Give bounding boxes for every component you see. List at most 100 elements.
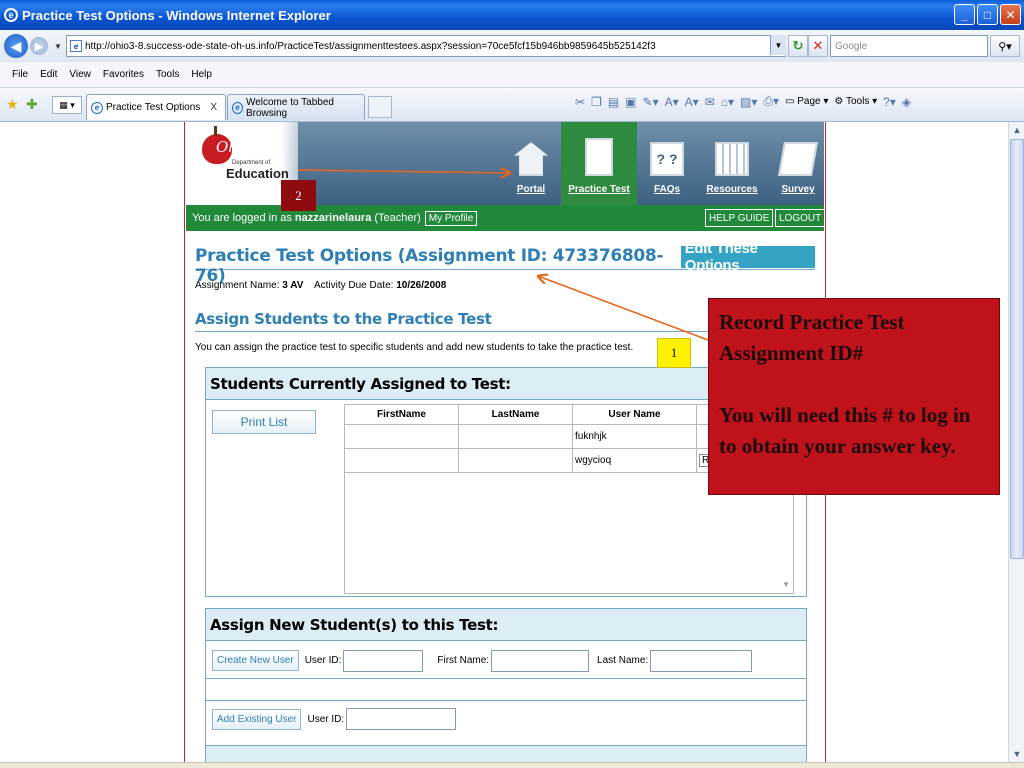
window-controls: _ □ ✕ — [954, 4, 1021, 25]
my-profile-button[interactable]: My Profile — [424, 210, 478, 226]
nav-portal[interactable]: Portal — [502, 122, 560, 205]
print-icon[interactable]: ⎙▾ — [763, 94, 779, 109]
cell-user: wgycioq — [572, 448, 697, 473]
cell-user: fuknhjk — [572, 424, 697, 449]
existing-user-id-input[interactable] — [346, 708, 457, 730]
page-title-row: Practice Test Options (Assignment ID: 47… — [195, 240, 815, 286]
logout-button[interactable]: LOGOUT — [775, 209, 826, 227]
activity-due: 10/26/2008 — [396, 280, 447, 291]
assignment-name-label: Assignment Name: — [195, 280, 280, 291]
search-icon: ⚲ — [998, 40, 1007, 53]
vertical-scrollbar[interactable]: ▲ ▼ — [1008, 122, 1024, 762]
ie-logo-icon: e — [4, 8, 18, 22]
paste-icon[interactable]: ▤ — [608, 95, 619, 109]
step-badge-2: 2 — [281, 180, 316, 211]
tab-practice-test-options[interactable]: e Practice Test Options X — [86, 94, 226, 120]
new-user-id-input[interactable] — [343, 649, 424, 672]
nav-practice-test[interactable]: Practice Test — [561, 122, 637, 205]
favorites-star-icon[interactable]: ★ — [6, 96, 19, 113]
scroll-up-arrow-icon[interactable]: ▲ — [1010, 122, 1024, 138]
first-name-label: First Name: — [437, 655, 490, 666]
pen-icon[interactable]: ✎▾ — [643, 95, 659, 109]
tab-welcome[interactable]: e Welcome to Tabbed Browsing — [227, 94, 365, 120]
mail-icon[interactable]: ✉ — [705, 95, 715, 109]
research-icon[interactable]: ◈ — [902, 95, 911, 109]
books-icon — [715, 142, 749, 176]
step-badge-1: 1 — [657, 338, 691, 368]
address-url: http://ohio3-8.success-ode-state-oh-us.i… — [85, 40, 656, 52]
col-firstname[interactable]: FirstName — [344, 404, 459, 425]
close-window-button[interactable]: ✕ — [1000, 4, 1021, 25]
scroll-down-arrow-icon[interactable]: ▼ — [1010, 746, 1024, 762]
create-new-user-button[interactable]: Create New User — [212, 650, 299, 671]
search-input[interactable]: Google — [830, 35, 988, 57]
callout-line-2: You will need this # to log in to obtain… — [719, 403, 971, 458]
highlight-icon[interactable]: A▾ — [665, 95, 679, 109]
next-panel-header — [206, 745, 806, 762]
home-icon[interactable]: ⌂▾ — [721, 95, 734, 109]
back-button[interactable]: ◀ — [4, 34, 28, 58]
maximize-button[interactable]: □ — [977, 4, 998, 25]
page-menu[interactable]: ▭ Page ▾ — [785, 96, 828, 107]
menu-tools[interactable]: Tools — [156, 69, 179, 80]
logged-in-prefix: You are logged in as — [192, 212, 292, 224]
forward-button[interactable]: ▶ — [30, 37, 48, 55]
col-username[interactable]: User Name — [572, 404, 697, 425]
nav-resources-label: Resources — [706, 184, 758, 195]
address-input[interactable]: e http://ohio3-8.success-ode-state-oh-us… — [66, 35, 786, 57]
search-button[interactable]: ⚲ ▾ — [990, 35, 1020, 57]
cut-icon[interactable]: ✂ — [575, 95, 585, 109]
stop-button[interactable]: ✕ — [808, 35, 828, 57]
help-icon[interactable]: ?▾ — [883, 95, 896, 109]
new-tab-button[interactable] — [368, 96, 392, 118]
new-student-panel: Assign New Student(s) to this Test: Crea… — [205, 608, 807, 762]
last-name-label: Last Name: — [597, 655, 649, 666]
add-existing-user-button[interactable]: Add Existing User — [212, 708, 302, 730]
menu-help[interactable]: Help — [191, 69, 212, 80]
refresh-button[interactable]: ↻ — [788, 35, 808, 57]
assignment-meta: Assignment Name: 3 AV Activity Due Date:… — [195, 280, 446, 291]
history-dropdown-icon[interactable]: ▼ — [54, 42, 62, 51]
page-icon: e — [70, 40, 82, 52]
address-dropdown-icon[interactable]: ▼ — [770, 35, 786, 55]
assignment-name: 3 AV — [282, 280, 304, 291]
scroll-thumb[interactable] — [1010, 139, 1024, 559]
add-favorite-icon[interactable]: ✚ — [26, 96, 38, 113]
help-guide-button[interactable]: HELP GUIDE — [705, 209, 774, 227]
copy-icon[interactable]: ❐ — [591, 95, 602, 109]
quick-tabs-button[interactable]: ▦ ▾ — [52, 96, 82, 114]
last-name-input[interactable] — [650, 649, 753, 672]
edit-options-button[interactable]: Edit These Options — [680, 240, 815, 274]
cell-first — [344, 448, 459, 473]
menu-file[interactable]: File — [12, 69, 28, 80]
menu-edit[interactable]: Edit — [40, 69, 57, 80]
feeds-icon[interactable]: ▨▾ — [740, 95, 757, 109]
cell-last — [458, 424, 573, 449]
username: nazzarinelaura — [294, 212, 372, 224]
font-color-icon[interactable]: A▾ — [685, 95, 699, 109]
activity-due-label: Activity Due Date: — [313, 280, 394, 291]
ie-page-icon: e — [91, 101, 103, 114]
menu-favorites[interactable]: Favorites — [103, 69, 144, 80]
close-tab-icon[interactable]: X — [210, 102, 217, 113]
nav-survey[interactable]: Survey — [776, 122, 820, 205]
tools-menu[interactable]: ⚙ Tools ▾ — [834, 96, 877, 107]
menu-view[interactable]: View — [69, 69, 91, 80]
print-list-button[interactable]: Print List — [212, 410, 316, 434]
nav-practice-test-label: Practice Test — [568, 184, 630, 195]
edit-icon[interactable]: ▣ — [625, 95, 636, 109]
document-icon — [585, 138, 613, 176]
scroll-down-icon[interactable]: ▼ — [779, 575, 793, 593]
address-toolbar: ◀ ▶ ▼ e http://ohio3-8.success-ode-state… — [0, 30, 1024, 62]
logo-script: Ohio — [216, 138, 252, 156]
nav-faqs-label: FAQs — [653, 184, 681, 195]
nav-faqs[interactable]: ? ? FAQs — [644, 122, 690, 205]
nav-resources[interactable]: Resources — [700, 122, 764, 205]
col-lastname[interactable]: LastName — [458, 404, 573, 425]
minimize-button[interactable]: _ — [954, 4, 975, 25]
ie-page-icon: e — [232, 101, 243, 114]
page-menu-label: Page — [797, 96, 821, 107]
cell-first — [344, 424, 459, 449]
first-name-input[interactable] — [491, 649, 590, 672]
create-user-row: Create New User User ID: First Name: Las… — [206, 643, 806, 679]
